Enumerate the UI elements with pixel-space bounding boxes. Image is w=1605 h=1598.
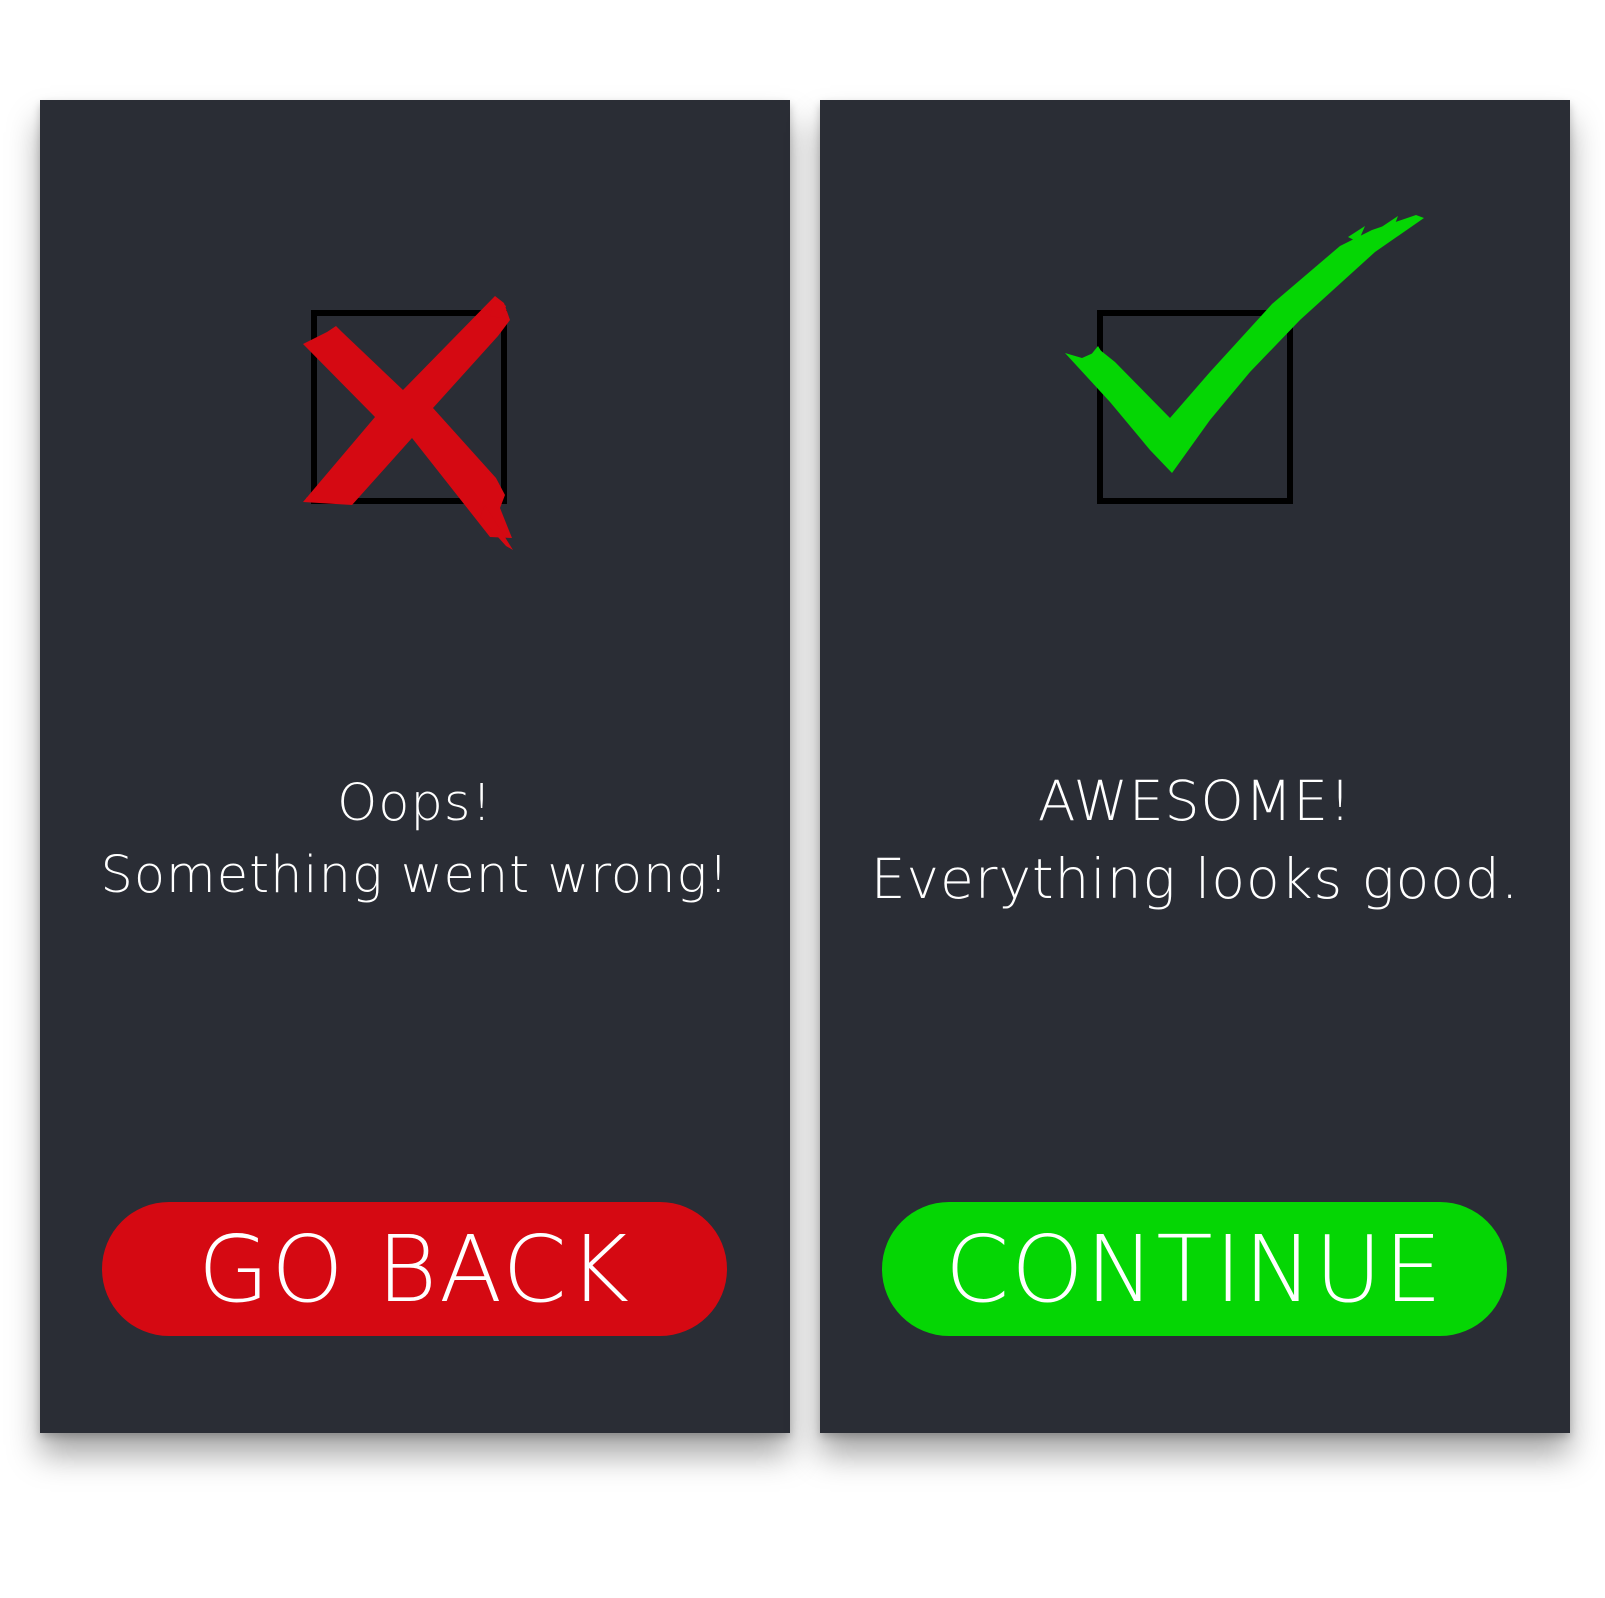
- success-panel: AWESOME! Everything looks good. CONTINUE: [820, 100, 1570, 1433]
- success-icon-area: [820, 100, 1570, 620]
- green-check-mark-icon: [1065, 215, 1424, 473]
- success-message: AWESOME! Everything looks good.: [820, 762, 1570, 918]
- continue-button[interactable]: CONTINUE: [882, 1202, 1507, 1336]
- red-x-mark-icon: [303, 296, 513, 550]
- success-heading: AWESOME!: [1037, 769, 1353, 833]
- go-back-button[interactable]: GO BACK: [102, 1202, 727, 1336]
- error-description: Something went wrong!: [100, 846, 730, 905]
- check-checkbox-icon: [1065, 215, 1424, 504]
- error-message: Oops! Something went wrong!: [40, 768, 790, 912]
- success-description: Everything looks good.: [870, 847, 1520, 911]
- error-panel: Oops! Something went wrong! GO BACK: [40, 100, 790, 1433]
- x-checkbox-icon: [303, 296, 513, 550]
- error-icon-area: [40, 100, 790, 620]
- error-heading: Oops!: [337, 774, 493, 833]
